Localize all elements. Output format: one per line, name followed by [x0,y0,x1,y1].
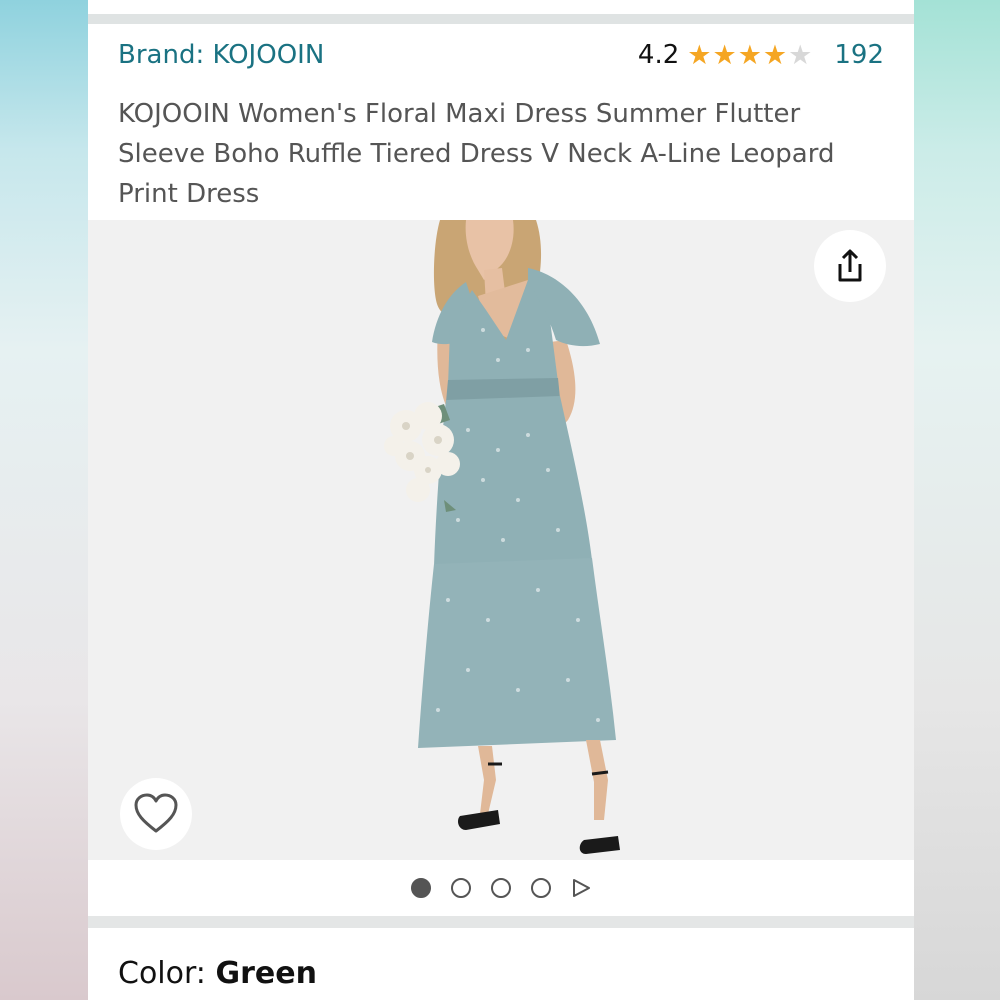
pagination-dot-active[interactable] [411,878,431,898]
product-page: Brand: KOJOOIN 4.2 ★ ★ ★ ★ ★ 192 KOJOOIN… [88,0,914,1000]
color-label: Color: [118,956,216,991]
heart-icon [134,793,178,833]
rating-count-link[interactable]: 192 [834,40,884,70]
top-strip [88,0,914,26]
star-empty-icon: ★ [788,39,813,71]
color-value: Green [215,956,317,991]
background-left [0,0,88,1000]
wishlist-button[interactable] [120,778,192,850]
share-button[interactable] [814,230,886,302]
star-icon: ★ [712,39,737,71]
pagination-dot[interactable] [491,878,511,898]
rating-summary[interactable]: 4.2 ★ ★ ★ ★ ★ 192 [638,40,884,70]
rating-value: 4.2 [637,40,680,70]
pagination-dot[interactable] [531,878,551,898]
color-selector: Color: Green [118,956,317,991]
product-header: Brand: KOJOOIN 4.2 ★ ★ ★ ★ ★ 192 KOJOOIN… [88,26,914,220]
image-pagination [88,860,914,916]
section-divider [88,916,914,928]
product-photo-dress [384,220,620,854]
pagination-dot[interactable] [451,878,471,898]
brand-link[interactable]: Brand: KOJOOIN [118,40,324,70]
star-icon: ★ [762,39,788,71]
background-right [914,0,1000,1000]
star-icon: ★ [687,39,712,71]
play-arrow-icon[interactable] [571,878,591,898]
star-icon: ★ [737,39,762,71]
product-title: KOJOOIN Women's Floral Maxi Dress Summer… [118,99,835,209]
product-image-gallery[interactable] [88,220,914,860]
rating-stars: ★ ★ ★ ★ ★ [687,42,812,69]
share-icon [838,249,862,282]
section-divider [88,14,914,24]
